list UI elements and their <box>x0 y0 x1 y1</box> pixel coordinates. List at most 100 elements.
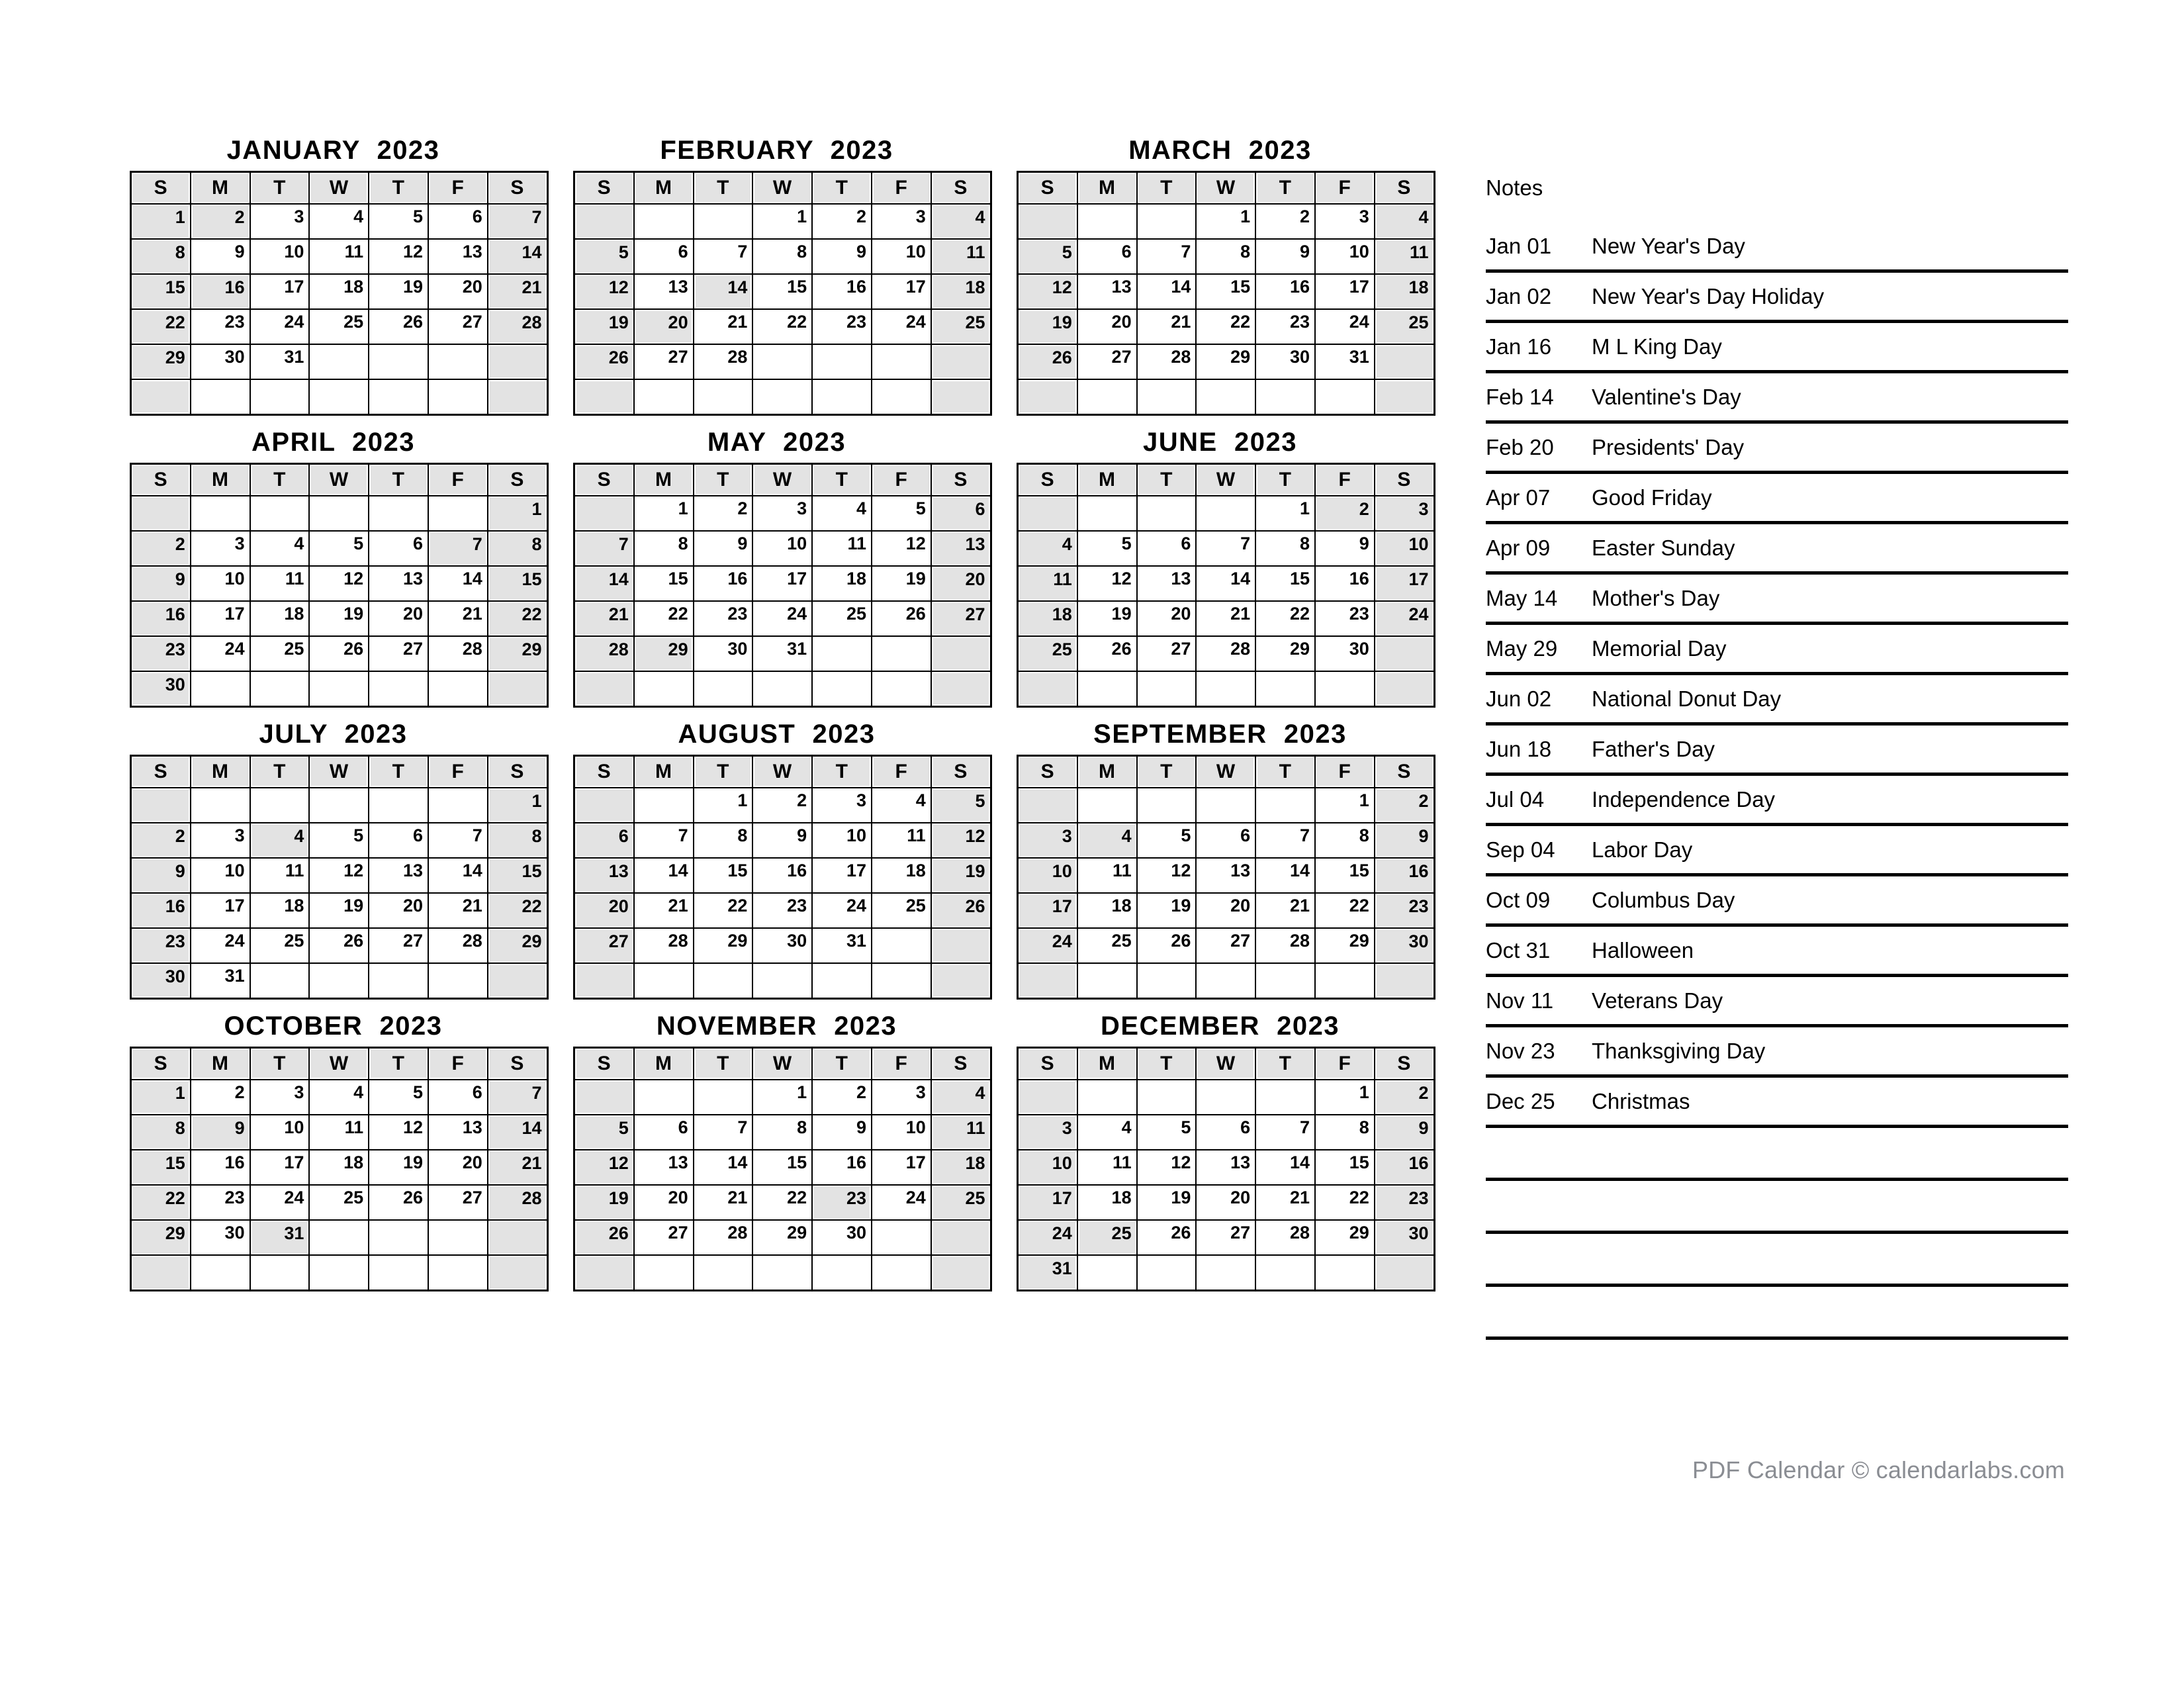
month-table: S M T W T F S 1 2 3 4 5 6 7 8 9 10 11 12 13 14 15 16 17 18 19 20 21… <box>1017 755 1435 1000</box>
note-row: Jun 02 National Donut Day <box>1486 675 2068 726</box>
week-row: 17 18 19 20 21 22 23 <box>1017 1184 1435 1221</box>
day-number: 3 <box>753 496 812 530</box>
weekday-label: T <box>694 465 752 495</box>
day-number-empty <box>428 1256 487 1289</box>
day-cell: 6 <box>427 1079 488 1115</box>
day-number: 18 <box>931 1150 990 1184</box>
day-number: 31 <box>250 1221 309 1254</box>
day-number: 12 <box>369 240 428 273</box>
day-number: 20 <box>369 894 428 927</box>
weekday-label: W <box>753 465 812 495</box>
day-cell: 26 <box>870 600 932 637</box>
day-cell: 9 <box>1373 1114 1435 1150</box>
day-number: 11 <box>872 823 931 857</box>
day-cell: 24 <box>870 1184 932 1221</box>
day-cell: 30 <box>130 962 191 1000</box>
day-number: 1 <box>1256 496 1314 530</box>
day-cell: 14 <box>486 238 549 275</box>
empty-cell <box>870 344 932 380</box>
day-number-empty <box>488 1221 547 1254</box>
day-number: 7 <box>694 1115 752 1149</box>
month-table: S M T W T F S 1 2 3 4 5 6 7 8 9 10 11 12 13 14 15 16 17 18 19 20 21… <box>573 755 992 1000</box>
weekday-header-cell: F <box>870 463 932 496</box>
day-number: 24 <box>191 637 250 671</box>
day-number: 19 <box>310 894 369 927</box>
day-number: 5 <box>575 1115 633 1149</box>
empty-cell <box>811 635 872 672</box>
note-blank-line[interactable] <box>1486 1128 2068 1181</box>
week-row: 5 6 7 8 9 10 11 <box>573 238 992 275</box>
day-number: 8 <box>132 1115 190 1149</box>
note-blank-line[interactable] <box>1486 1181 2068 1234</box>
day-cell: 12 <box>308 565 370 602</box>
day-number: 30 <box>1256 345 1314 379</box>
note-date: Jun 18 <box>1486 737 1552 761</box>
day-cell: 28 <box>1136 344 1197 380</box>
day-cell: 31 <box>811 927 872 964</box>
day-number: 27 <box>428 1186 487 1219</box>
day-cell: 22 <box>486 600 549 637</box>
day-number: 28 <box>1256 1221 1314 1254</box>
week-row: 17 18 19 20 21 22 23 <box>1017 892 1435 929</box>
day-cell: 10 <box>1314 238 1375 275</box>
weekday-label: S <box>931 173 990 203</box>
empty-cell <box>1017 787 1078 823</box>
day-cell: 22 <box>130 308 191 345</box>
day-cell: 24 <box>189 927 251 964</box>
day-number: 25 <box>813 602 871 635</box>
weekday-header-cell: T <box>1136 755 1197 788</box>
day-number: 24 <box>872 310 931 344</box>
weekday-label: S <box>488 465 547 495</box>
day-number-empty <box>694 205 752 238</box>
day-cell: 25 <box>1373 308 1435 345</box>
day-number: 17 <box>191 602 250 635</box>
day-cell: 16 <box>1314 565 1375 602</box>
empty-cell <box>189 1254 251 1291</box>
week-row: 16 17 18 19 20 21 22 <box>130 892 549 929</box>
day-number: 14 <box>428 859 487 892</box>
note-date: Dec 25 <box>1486 1089 1555 1113</box>
day-cell: 11 <box>811 530 872 567</box>
note-blank-line[interactable] <box>1486 1287 2068 1340</box>
day-number: 21 <box>428 602 487 635</box>
day-cell: 23 <box>752 892 813 929</box>
month-block-may: MAY 2023 S M T W T F S 1 2 3 4 5 6 7 8 9 10 11 12 13 14 15 16 17… <box>573 422 992 708</box>
day-cell: 6 <box>1076 238 1138 275</box>
week-row <box>1017 962 1435 1000</box>
notes-heading: Notes <box>1486 175 1543 200</box>
day-cell: 29 <box>692 927 754 964</box>
day-number: 15 <box>488 859 547 892</box>
day-number: 3 <box>872 1080 931 1114</box>
week-row: 6 7 8 9 10 11 12 <box>573 822 992 859</box>
day-number: 29 <box>132 1221 190 1254</box>
day-number-empty <box>310 496 369 530</box>
week-row <box>573 962 992 1000</box>
day-cell: 23 <box>130 635 191 672</box>
day-cell: 31 <box>249 344 310 380</box>
weekday-header-cell: S <box>1373 755 1435 788</box>
week-row <box>130 379 549 416</box>
day-cell: 18 <box>249 600 310 637</box>
note-label: National Donut Day <box>1592 686 1782 711</box>
day-number-empty <box>1197 788 1255 822</box>
day-number: 1 <box>132 205 190 238</box>
day-cell: 20 <box>368 600 429 637</box>
month-block-july: JULY 2023 S M T W T F S 1 2 3 4 5 6 7 8 9 10 11 12 13 14 15 16 1… <box>130 714 549 1000</box>
empty-cell <box>1195 1079 1257 1115</box>
day-number-empty <box>931 1256 990 1289</box>
day-number-empty <box>1197 380 1255 414</box>
note-blank-line[interactable] <box>1486 1234 2068 1287</box>
month-row: APRIL 2023 S M T W T F S 1 2 3 4 5 6 7 8 9 10 11 12 13 14 15 16… <box>130 422 1435 714</box>
day-number: 6 <box>1077 240 1136 273</box>
day-number-empty <box>191 380 250 414</box>
day-number: 22 <box>1256 602 1314 635</box>
day-number: 7 <box>1137 240 1196 273</box>
empty-cell <box>1314 962 1375 1000</box>
week-row: 24 25 26 27 28 29 30 <box>1017 927 1435 964</box>
day-number: 15 <box>132 275 190 308</box>
day-cell: 1 <box>752 203 813 240</box>
day-cell: 5 <box>308 530 370 567</box>
month-block-march: MARCH 2023 S M T W T F S 1 2 3 4 5 6 7 8 9 10 11 12 13 14 15 16… <box>1017 130 1435 416</box>
day-number-empty <box>634 964 693 998</box>
day-cell: 12 <box>930 822 992 859</box>
